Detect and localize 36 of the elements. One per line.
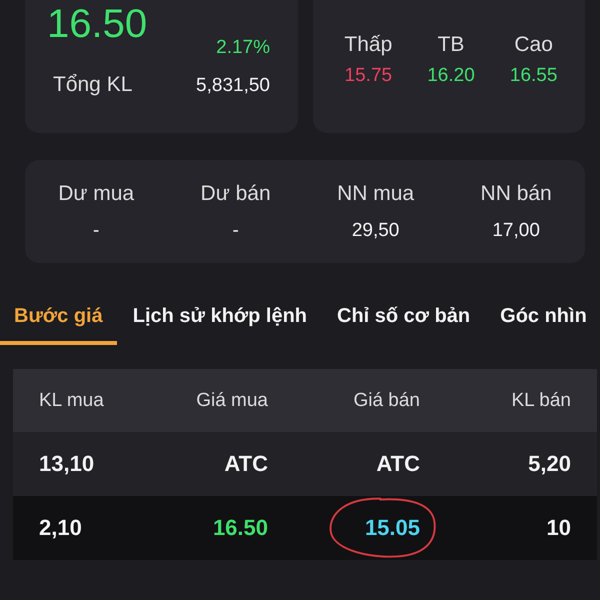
tab[interactable]: Bước giá [0, 299, 117, 345]
stat-label: Cao [514, 33, 553, 57]
percent-change: 2.17% [216, 37, 270, 59]
stat-value: 16.55 [510, 65, 558, 87]
flow-value: - [93, 220, 100, 242]
stat-value: 15.75 [344, 65, 392, 87]
table-cell: 15.05 [364, 515, 420, 541]
table-cell: 13,10 [39, 451, 94, 477]
flow-value: 17,00 [492, 220, 540, 242]
stat-value: 16.20 [427, 65, 475, 87]
table-row[interactable]: 13,10 ATC ATC 5,20 [13, 432, 597, 496]
column-header: KL bán [511, 390, 571, 412]
column-header: Giá bán [353, 390, 420, 412]
current-price: 16.50 [47, 2, 148, 46]
column-header: KL mua [39, 390, 104, 412]
flow-value: 29,50 [352, 220, 400, 242]
tab[interactable]: Chỉ số cơ bản [323, 299, 484, 345]
table-cell: 5,20 [528, 451, 571, 477]
table-cell: ATC [224, 451, 268, 477]
column-header: Giá mua [196, 390, 268, 412]
total-volume-label: Tổng KL [53, 73, 132, 97]
table-cell: 2,10 [39, 515, 82, 541]
table-cell: ATC [376, 451, 420, 477]
total-volume-value: 5,831,50 [196, 75, 270, 97]
stat-label: TB [438, 33, 464, 57]
stat-label: Thấp [344, 33, 392, 57]
flow-label: Dư mua [58, 182, 134, 206]
flow-value: - [232, 220, 239, 242]
tab[interactable]: Góc nhìn [486, 299, 600, 345]
tab[interactable]: Lịch sử khớp lệnh [118, 299, 322, 345]
flow-label: Dư bán [200, 182, 271, 206]
table-cell: 10 [546, 515, 571, 541]
flow-label: NN bán [480, 182, 552, 206]
table-cell: 16.50 [212, 515, 268, 541]
flow-label: NN mua [337, 182, 414, 206]
table-row[interactable]: 2,10 16.50 15.05 10 [13, 496, 597, 560]
